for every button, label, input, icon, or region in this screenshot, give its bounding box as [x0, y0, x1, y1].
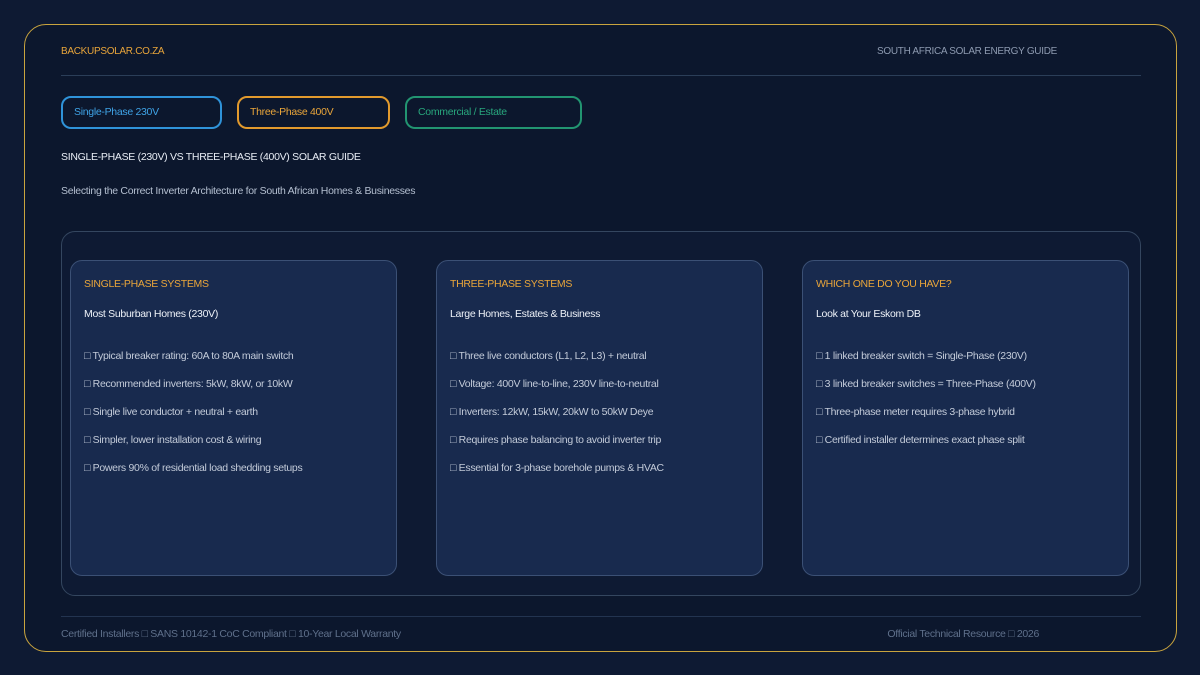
- card-single-phase: SINGLE-PHASE SYSTEMS Most Suburban Homes…: [70, 260, 397, 576]
- list-item: □ Typical breaker rating: 60A to 80A mai…: [84, 350, 294, 362]
- list-item: □ Single live conductor + neutral + eart…: [84, 406, 258, 418]
- list-item: □ Recommended inverters: 5kW, 8kW, or 10…: [84, 378, 293, 390]
- slide-frame: BACKUPSOLAR.CO.ZA SOUTH AFRICA SOLAR ENE…: [24, 24, 1177, 652]
- list-item: □ Essential for 3-phase borehole pumps &…: [450, 462, 664, 474]
- list-item: □ Powers 90% of residential load sheddin…: [84, 462, 303, 474]
- page-subtitle: Selecting the Correct Inverter Architect…: [61, 185, 416, 197]
- list-item: □ Voltage: 400V line-to-line, 230V line-…: [450, 378, 659, 390]
- card-title: THREE-PHASE SYSTEMS: [450, 278, 573, 290]
- card-subtitle: Large Homes, Estates & Business: [450, 308, 601, 320]
- list-item: □ Inverters: 12kW, 15kW, 20kW to 50kW De…: [450, 406, 654, 418]
- list-item: □ Three live conductors (L1, L2, L3) + n…: [450, 350, 647, 362]
- page-title: SINGLE-PHASE (230V) VS THREE-PHASE (400V…: [61, 151, 361, 163]
- footer-credentials: Certified Installers □ SANS 10142-1 CoC …: [61, 628, 401, 640]
- footer: Certified Installers □ SANS 10142-1 CoC …: [61, 616, 1141, 640]
- pill-three-phase[interactable]: Three-Phase 400V: [237, 96, 390, 129]
- card-subtitle: Look at Your Eskom DB: [816, 308, 921, 320]
- pill-single-phase[interactable]: Single-Phase 230V: [61, 96, 222, 129]
- card-list: □ 1 linked breaker switch = Single-Phase…: [816, 350, 1036, 462]
- card-list: □ Typical breaker rating: 60A to 80A mai…: [84, 350, 303, 490]
- list-item: □ Simpler, lower installation cost & wir…: [84, 434, 262, 446]
- card-title: SINGLE-PHASE SYSTEMS: [84, 278, 209, 290]
- list-item: □ 1 linked breaker switch = Single-Phase…: [816, 350, 1027, 362]
- card-which-one: WHICH ONE DO YOU HAVE? Look at Your Esko…: [802, 260, 1129, 576]
- guide-title: SOUTH AFRICA SOLAR ENERGY GUIDE: [876, 46, 1057, 57]
- brand-name: BACKUPSOLAR.CO.ZA: [61, 46, 165, 57]
- top-bar: BACKUPSOLAR.CO.ZA SOUTH AFRICA SOLAR ENE…: [61, 46, 1141, 76]
- list-item: □ 3 linked breaker switches = Three-Phas…: [816, 378, 1036, 390]
- card-subtitle: Most Suburban Homes (230V): [84, 308, 219, 320]
- cards-panel: SINGLE-PHASE SYSTEMS Most Suburban Homes…: [61, 231, 1141, 596]
- pill-commercial-estate[interactable]: Commercial / Estate: [405, 96, 582, 129]
- footer-resource: Official Technical Resource □ 2026: [887, 628, 1039, 640]
- card-title: WHICH ONE DO YOU HAVE?: [816, 278, 952, 290]
- card-list: □ Three live conductors (L1, L2, L3) + n…: [450, 350, 664, 490]
- list-item: □ Three-phase meter requires 3-phase hyb…: [816, 406, 1015, 418]
- card-three-phase: THREE-PHASE SYSTEMS Large Homes, Estates…: [436, 260, 763, 576]
- list-item: □ Certified installer determines exact p…: [816, 434, 1025, 446]
- list-item: □ Requires phase balancing to avoid inve…: [450, 434, 662, 446]
